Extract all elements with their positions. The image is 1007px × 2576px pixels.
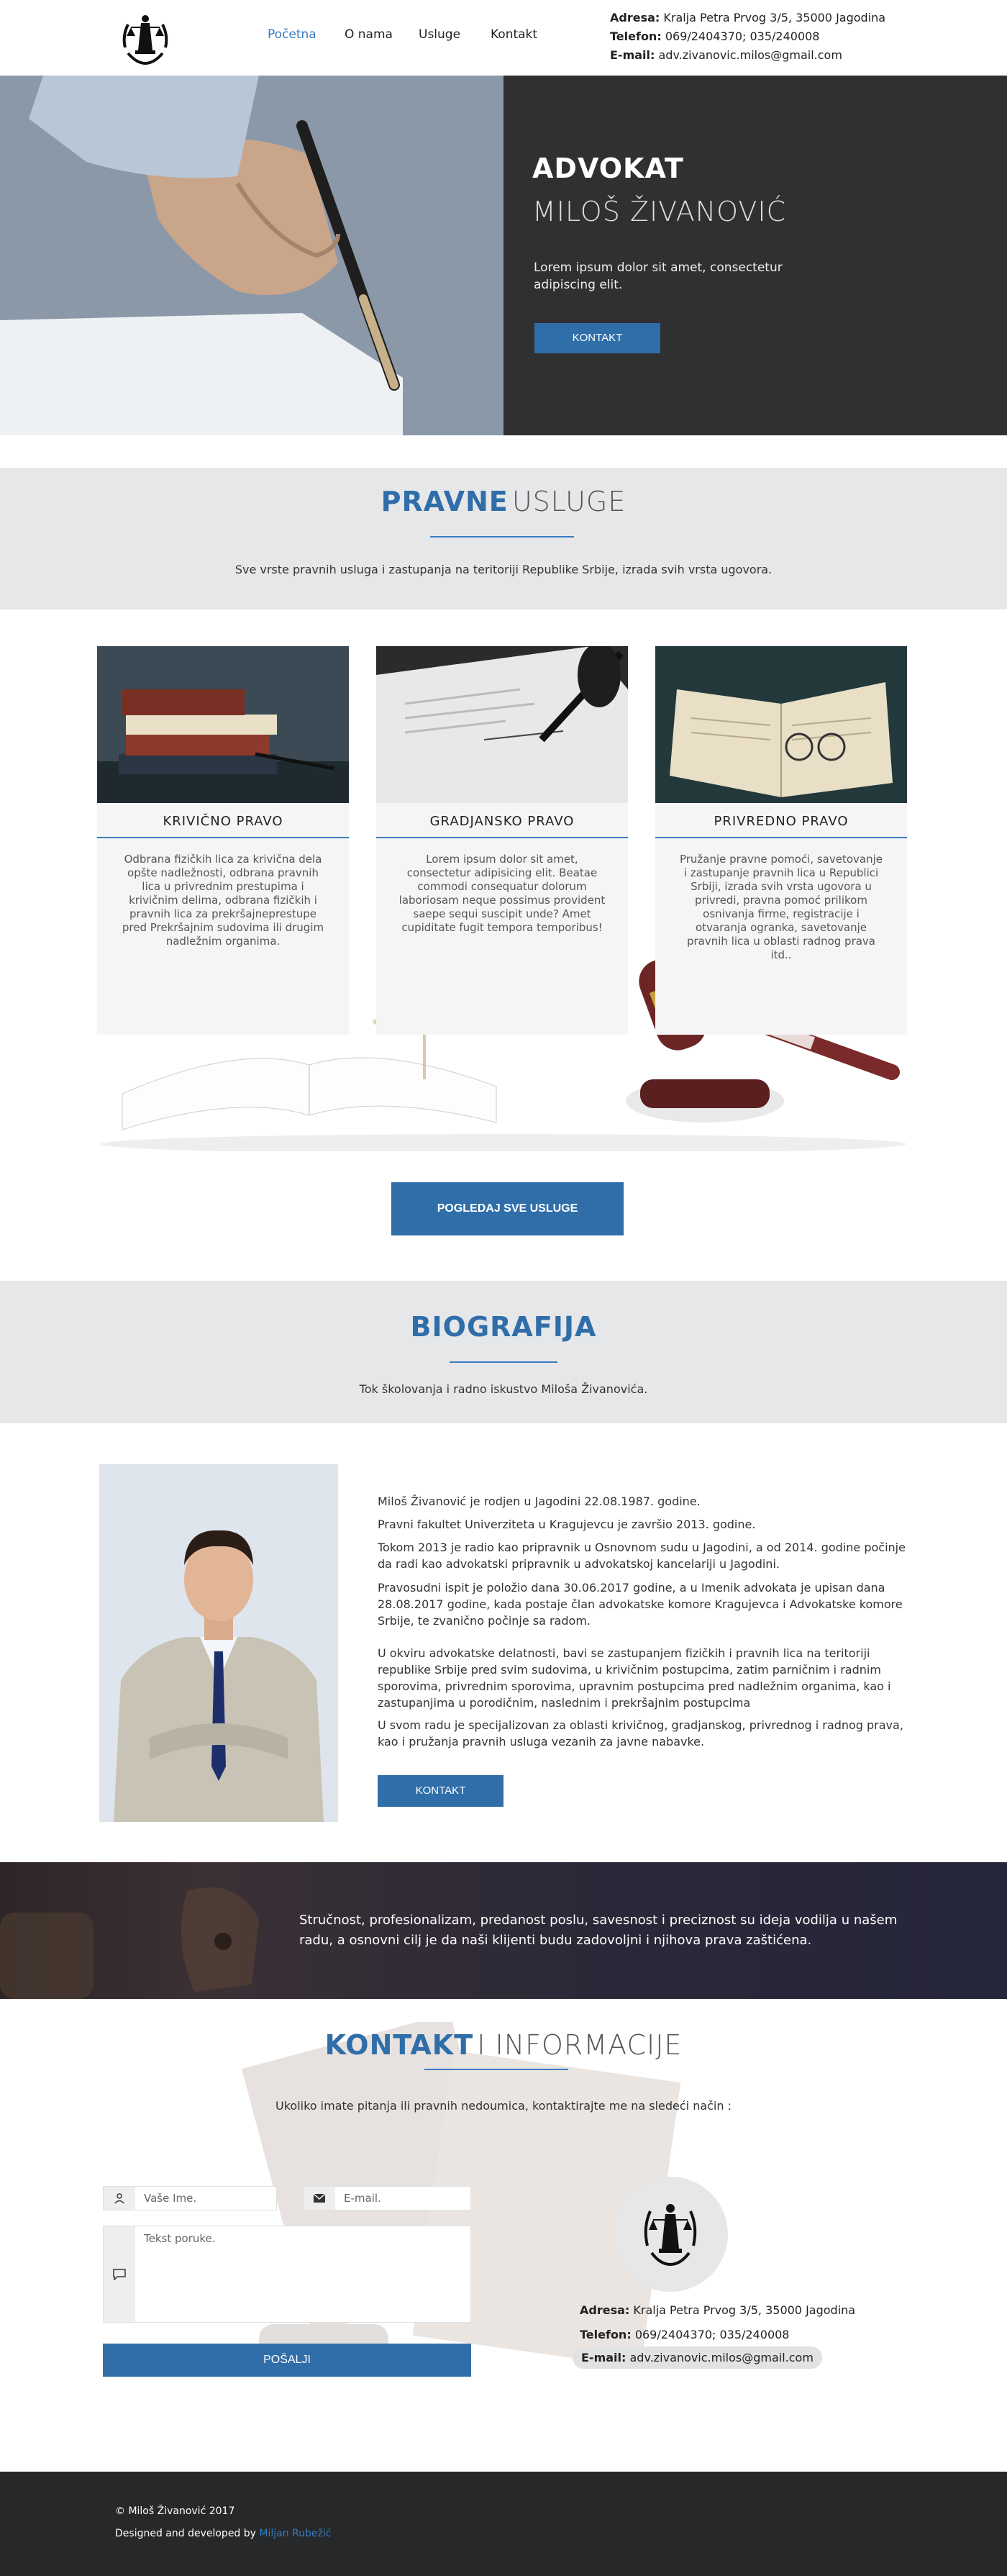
credit-prefix: Designed and developed by <box>115 2528 256 2539</box>
contact-phone: Telefon: 069/2404370; 035/240008 <box>580 2328 789 2341</box>
email-placeholder: E-mail. <box>344 2192 381 2205</box>
biography-contact-button[interactable]: KONTAKT <box>378 1775 504 1807</box>
phone-value: 069/2404370; 035/240008 <box>634 2328 790 2341</box>
nav-services[interactable]: Usluge <box>419 27 460 42</box>
card-divider <box>376 837 628 838</box>
address-label: Adresa: <box>610 11 660 24</box>
email-value[interactable]: adv.zivanovic.milos@gmail.com <box>630 2351 814 2364</box>
services-title-strong: PRAVNE <box>381 486 509 517</box>
phone-value: 069/2404370; 035/240008 <box>665 30 820 43</box>
hero-description: Lorem ipsum dolor sit amet, consectetur … <box>534 260 783 292</box>
header-address: Adresa: Kralja Petra Prvog 3/5, 35000 Ja… <box>610 11 885 24</box>
address-label: Adresa: <box>580 2303 630 2317</box>
services-title-underline <box>430 536 574 538</box>
biography-title-underline <box>450 1361 557 1363</box>
footer-copyright: © Miloš Živanović 2017 <box>115 2505 235 2517</box>
name-placeholder: Vaše Ime. <box>144 2192 197 2205</box>
card-text: Lorem ipsum dolor sit amet, consectetur … <box>398 853 606 934</box>
contact-subtitle: Ukoliko imate pitanja ili pravnih nedoum… <box>275 2099 732 2113</box>
bio-paragraph: Pravni fakultet Univerziteta u Kragujevc… <box>378 1518 756 1531</box>
nav-about[interactable]: O nama <box>345 27 393 42</box>
contact-email: E-mail: adv.zivanovic.milos@gmail.com <box>573 2346 822 2369</box>
message-placeholder: Tekst poruke. <box>144 2232 216 2245</box>
contact-logo-badge <box>613 2177 728 2292</box>
services-title-light: USLUGE <box>511 486 626 517</box>
mission-quote: Stručnost, profesionalizam, predanost po… <box>299 1913 898 1948</box>
email-label: E-mail: <box>581 2351 626 2364</box>
services-title: PRAVNE USLUGE <box>0 486 1007 517</box>
footer-credit: Designed and developed by Miljan Rubežić <box>115 2528 331 2539</box>
open-book-glasses-image <box>655 646 907 803</box>
contact-address: Adresa: Kralja Petra Prvog 3/5, 35000 Ja… <box>580 2303 855 2317</box>
contact-title-underline <box>424 2069 568 2070</box>
bio-paragraph: Tokom 2013 je radio kao pripravnik u Osn… <box>378 1541 906 1571</box>
header-email: E-mail: adv.zivanovic.milos@gmail.com <box>610 48 842 62</box>
email-label: E-mail: <box>610 48 655 62</box>
card-title: GRADJANSKO PRAVO <box>429 814 575 829</box>
hero-title: ADVOKAT <box>532 153 684 184</box>
card-title: PRIVREDNO PRAVO <box>714 814 849 829</box>
credit-link[interactable]: Miljan Rubežić <box>259 2528 331 2539</box>
chat-bubble-icon <box>104 2226 135 2322</box>
address-value: Kralja Petra Prvog 3/5, 35000 Jagodina <box>663 11 886 24</box>
biography-subtitle: Tok školovanja i radno iskustvo Miloša Ž… <box>359 1382 648 1396</box>
services-subtitle: Sve vrste pravnih usluga i zastupanja na… <box>234 563 773 576</box>
contact-title-strong: KONTAKT <box>324 2029 474 2061</box>
signing-document-image <box>376 646 628 803</box>
message-field[interactable]: Tekst poruke. <box>103 2226 471 2323</box>
lawyer-portrait-photo <box>99 1464 338 1822</box>
hero-writing-hand-image <box>0 76 504 435</box>
header-phone: Telefon: 069/2404370; 035/240008 <box>610 30 819 43</box>
card-divider <box>655 837 907 838</box>
hero-dark-panel <box>504 76 1007 435</box>
contact-title: KONTAKT I INFORMACIJE <box>0 2029 1007 2061</box>
nav-contact[interactable]: Kontakt <box>491 27 537 42</box>
email-value[interactable]: adv.zivanovic.milos@gmail.com <box>659 48 842 62</box>
user-icon <box>104 2187 135 2210</box>
service-card-criminal[interactable]: KRIVIČNO PRAVO Odbrana fizičkih lica za … <box>97 646 349 1035</box>
lady-justice-logo-icon[interactable] <box>115 7 176 68</box>
view-all-services-button[interactable]: POGLEDAJ SVE USLUGE <box>391 1182 624 1235</box>
biography-header-band <box>0 1281 1007 1423</box>
card-divider <box>97 837 349 838</box>
contact-title-light: I INFORMACIJE <box>477 2029 683 2061</box>
nav-home[interactable]: Početna <box>268 27 316 42</box>
email-field[interactable]: E-mail. <box>303 2186 471 2210</box>
biography-title: BIOGRAFIJA <box>410 1311 597 1343</box>
service-card-commercial[interactable]: PRIVREDNO PRAVO Pružanje pravne pomoći, … <box>655 646 907 1035</box>
site-footer <box>0 2472 1007 2576</box>
phone-label: Telefon: <box>580 2328 632 2341</box>
bio-paragraph: Pravosudni ispit je položio dana 30.06.2… <box>378 1581 903 1628</box>
name-field[interactable]: Vaše Ime. <box>103 2186 277 2210</box>
bio-paragraph: Miloš Živanović je rodjen u Jagodini 22.… <box>378 1495 701 1508</box>
send-message-button[interactable]: POŠALJI <box>103 2344 471 2377</box>
card-title: KRIVIČNO PRAVO <box>163 814 283 829</box>
books-pen-image <box>97 646 349 803</box>
card-text: Odbrana fizičkih lica za krivična dela o… <box>122 853 324 948</box>
service-card-civil[interactable]: GRADJANSKO PRAVO Lorem ipsum dolor sit a… <box>376 646 628 1035</box>
hero-name: MILOŠ ŽIVANOVIĆ <box>532 196 787 227</box>
bio-paragraph: U okviru advokatske delatnosti, bavi se … <box>378 1646 891 1710</box>
phone-label: Telefon: <box>610 30 662 43</box>
envelope-icon <box>304 2187 335 2210</box>
address-value: Kralja Petra Prvog 3/5, 35000 Jagodina <box>633 2303 856 2317</box>
card-text: Pružanje pravne pomoći, savetovanje i za… <box>679 853 883 961</box>
lady-justice-icon <box>644 2204 697 2267</box>
bio-paragraph: U svom radu je specijalizovan za oblasti… <box>378 1718 903 1749</box>
hero-contact-button[interactable]: KONTAKT <box>534 323 660 353</box>
